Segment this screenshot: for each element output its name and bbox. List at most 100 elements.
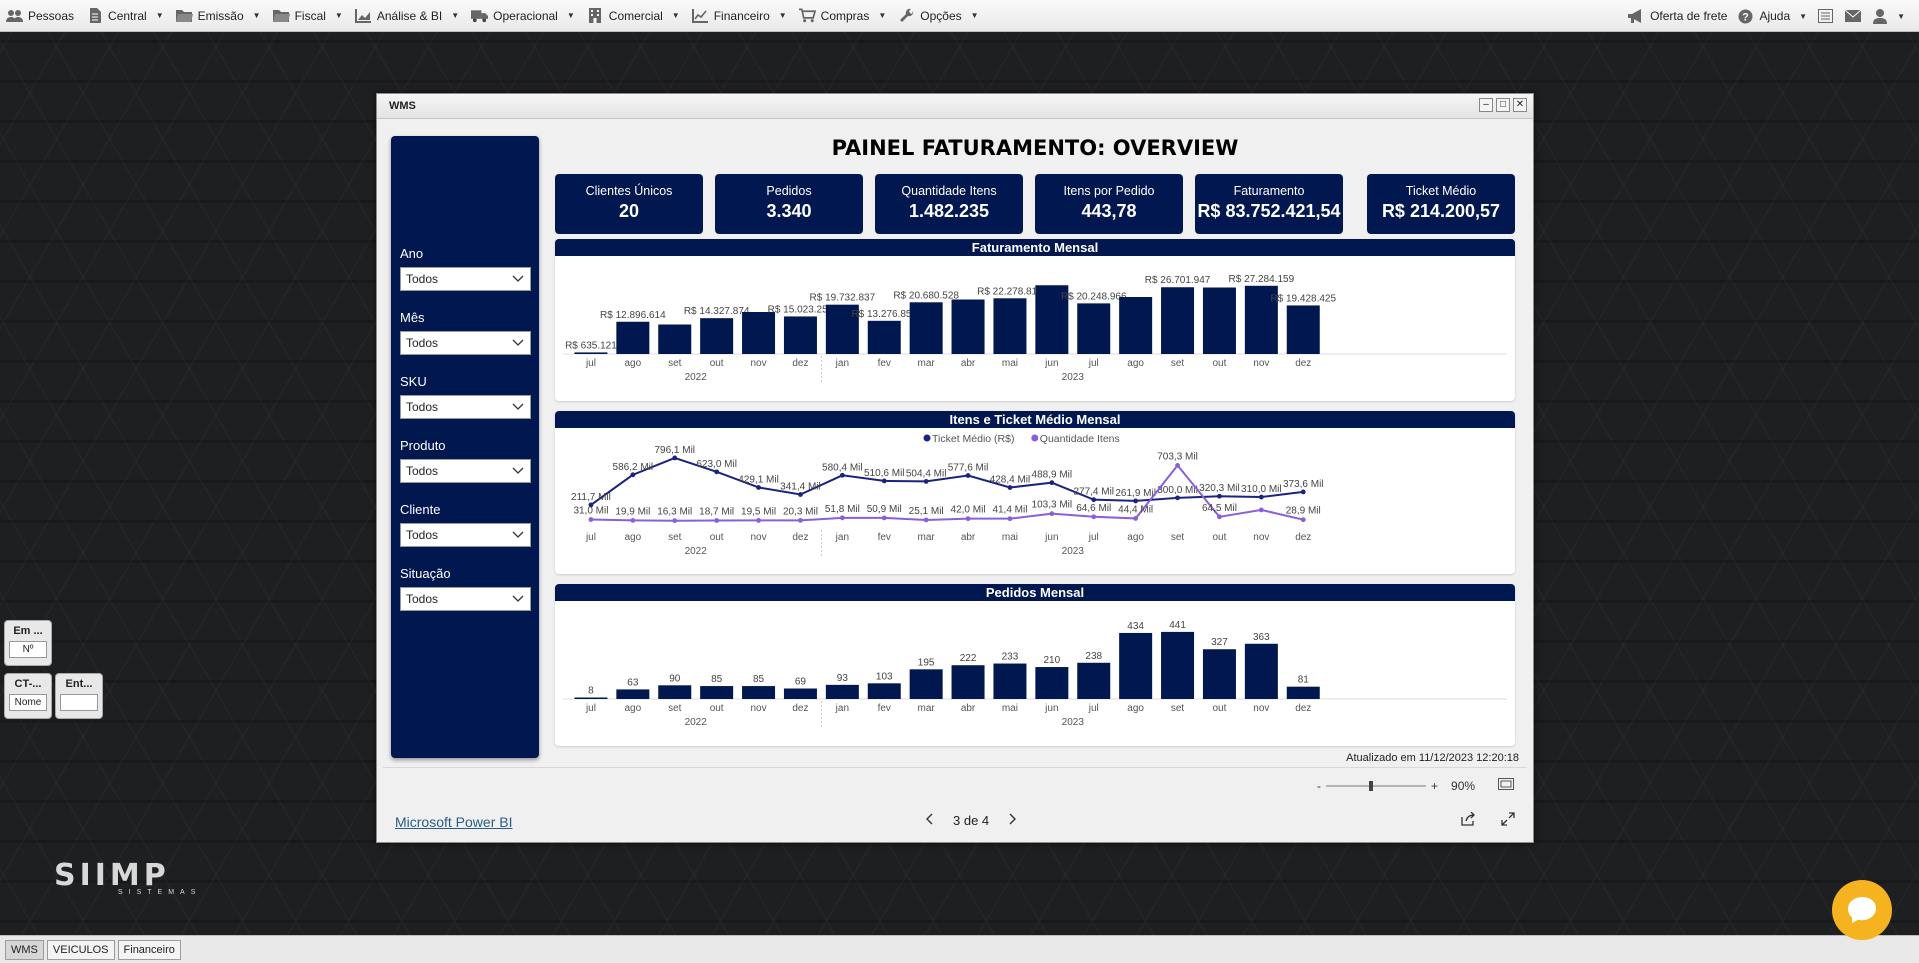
user-menu[interactable]: ▼: [1871, 8, 1905, 24]
taskbar-tab-veiculos[interactable]: VEICULOS: [46, 939, 115, 960]
slicer-value: Todos: [406, 272, 439, 286]
year-label: 2022: [685, 372, 708, 383]
bar-data-label: R$ 27.284.159: [1229, 274, 1295, 285]
menu-fiscal[interactable]: Fiscal ▼: [272, 8, 343, 23]
point-data-label: 310,0 Mil: [1241, 484, 1282, 495]
maximize-button[interactable]: □: [1496, 98, 1510, 112]
powerbi-link[interactable]: Microsoft Power BI: [395, 814, 512, 830]
series-point: [965, 516, 971, 522]
zoom-slider-thumb[interactable]: [1369, 780, 1373, 791]
slicer-dropdown-cliente[interactable]: Todos: [400, 523, 531, 547]
menu-analise-bi[interactable]: Análise & BI ▼: [355, 8, 459, 23]
chart-title: Pedidos Mensal: [555, 584, 1515, 601]
mail-button[interactable]: [1844, 9, 1861, 24]
series-point: [965, 473, 971, 478]
series-point: [1049, 511, 1055, 517]
x-tick-label: mar: [918, 532, 936, 543]
bar-data-label: R$ 19.428.425: [1270, 293, 1336, 304]
x-tick-label: jul: [1088, 358, 1099, 369]
people-icon: [6, 8, 23, 23]
menu-opcoes[interactable]: Opções ▼: [898, 8, 979, 23]
bar: [909, 669, 943, 699]
menu-label: Financeiro: [713, 8, 770, 23]
ct-shortcut-button[interactable]: CT-... Nome: [4, 673, 52, 719]
share-icon[interactable]: [1461, 811, 1476, 829]
taskbar-tab-wms[interactable]: WMS: [5, 939, 44, 960]
freight-offer-button[interactable]: Oferta de frete: [1628, 9, 1727, 24]
legend-marker: [923, 434, 931, 442]
x-tick-label: set: [668, 703, 682, 714]
slicer-dropdown-mes[interactable]: Todos: [400, 331, 531, 355]
help-menu[interactable]: ? Ajuda ▼: [1737, 9, 1807, 24]
menu-label: Emissão: [197, 8, 244, 23]
pedidos-chart-svg: 8 63 90 85 85 69 93 103 195 222 233 210 238 434 441 327…: [563, 620, 1507, 729]
chevron-down-icon: ▼: [778, 11, 787, 20]
series-point: [1091, 497, 1097, 503]
menu-pessoas[interactable]: Pessoas: [6, 8, 74, 23]
x-tick-label: jul: [585, 532, 596, 543]
window-list-button[interactable]: [1817, 9, 1834, 24]
slicer-dropdown-sku[interactable]: Todos: [400, 395, 531, 419]
ent-shortcut-button[interactable]: Ent...: [55, 673, 103, 719]
x-tick-label: abr: [961, 703, 976, 714]
menu-financeiro[interactable]: Financeiro ▼: [692, 8, 787, 23]
menu-compras[interactable]: Compras ▼: [798, 8, 887, 23]
point-data-label: 703,3 Mil: [1157, 451, 1198, 462]
taskbar: WMS VEICULOS Financeiro: [0, 935, 1919, 963]
slicer-dropdown-situacao[interactable]: Todos: [400, 587, 531, 611]
chat-button[interactable]: [1832, 880, 1892, 940]
x-tick-label: jun: [1044, 358, 1058, 369]
x-tick-label: jan: [835, 358, 849, 369]
ent-shortcut-field: [60, 694, 98, 711]
em-shortcut-button[interactable]: Em ... Nº: [4, 620, 52, 666]
kpi-value: 443,78: [1081, 201, 1137, 221]
x-tick-label: nov: [750, 703, 766, 714]
bar-data-label: R$ 26.701.947: [1145, 275, 1211, 286]
chart-icon: [355, 8, 372, 23]
fullscreen-icon[interactable]: [1501, 812, 1515, 829]
chat-icon: [1848, 897, 1876, 923]
minimize-button[interactable]: –: [1479, 98, 1493, 112]
menu-label: Operacional: [493, 8, 558, 23]
folder-icon: [175, 8, 193, 23]
point-data-label: 20,3 Mil: [783, 506, 818, 517]
point-data-label: 103,3 Mil: [1032, 500, 1073, 511]
zoom-out-button[interactable]: -: [1317, 779, 1321, 793]
point-data-label: 25,1 Mil: [909, 506, 944, 517]
kpi-card-faturamento: Faturamento R$ 83.752.421,54: [1195, 174, 1343, 234]
slicer-dropdown-produto[interactable]: Todos: [400, 459, 531, 483]
x-tick-label: dez: [792, 358, 808, 369]
point-data-label: 577,6 Mil: [948, 463, 989, 474]
taskbar-tab-financeiro[interactable]: Financeiro: [117, 939, 181, 960]
close-button[interactable]: ✕: [1513, 98, 1527, 112]
zoom-slider[interactable]: [1326, 780, 1426, 792]
x-tick-label: ago: [625, 532, 642, 543]
fit-page-icon[interactable]: [1498, 778, 1515, 793]
menu-comercial[interactable]: Comercial ▼: [587, 8, 680, 23]
previous-page-icon[interactable]: [925, 812, 933, 828]
bar: [616, 689, 650, 699]
next-page-icon[interactable]: [1009, 812, 1017, 828]
bar-data-label: 69: [795, 677, 807, 688]
point-data-label: 64,6 Mil: [1076, 503, 1111, 514]
x-tick-label: set: [668, 358, 682, 369]
series-point: [1175, 462, 1180, 468]
menu-operacional[interactable]: Operacional ▼: [471, 8, 575, 23]
menu-emissao[interactable]: Emissão ▼: [175, 8, 261, 23]
menu-central[interactable]: Central ▼: [86, 8, 164, 23]
bar-data-label: 81: [1298, 675, 1310, 686]
year-label: 2023: [1062, 546, 1085, 557]
slicer-label: Cliente: [400, 502, 441, 517]
point-data-label: 41,4 Mil: [992, 505, 1027, 516]
x-tick-label: abr: [961, 532, 976, 543]
chevron-down-icon: ▼: [878, 11, 887, 20]
point-data-label: 510,6 Mil: [864, 468, 905, 479]
bar: [658, 324, 692, 354]
window-titlebar[interactable]: WMS: [377, 94, 1533, 119]
zoom-in-button[interactable]: +: [1431, 779, 1438, 793]
x-tick-label: jun: [1044, 532, 1058, 543]
slicer-dropdown-ano[interactable]: Todos: [400, 267, 531, 291]
bar-data-label: 103: [876, 671, 893, 682]
bar: [742, 686, 776, 699]
bar-data-label: 85: [753, 674, 765, 685]
